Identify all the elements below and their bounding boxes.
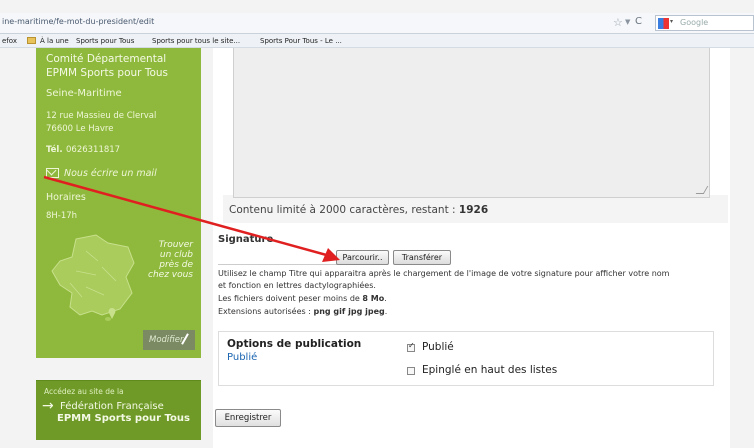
hours-label: Horaires	[46, 192, 86, 203]
extensions-help: Extensions autorisées : png gif jpg jpeg…	[218, 307, 388, 316]
map-pin-icon	[108, 308, 116, 319]
upload-button[interactable]: Transférer	[393, 250, 451, 265]
federation-link-box[interactable]: Accédez au site de la → Fédération Franç…	[36, 380, 201, 440]
signature-help-line1: Utilisez le champ Titre qui apparaitra a…	[218, 269, 670, 278]
find-club-line: près de	[159, 260, 193, 270]
signature-help-line2: et fonction en lettres dactylographiées.	[218, 281, 376, 290]
published-checkbox[interactable]	[407, 341, 415, 352]
resize-handle-icon[interactable]	[695, 186, 709, 194]
federation-line1: Fédération Française	[60, 401, 164, 412]
published-label[interactable]: Publié	[422, 341, 454, 353]
federation-intro: Accédez au site de la	[44, 387, 124, 396]
page-margin	[730, 48, 754, 448]
mail-icon[interactable]	[46, 168, 59, 178]
publication-options: Options de publication Publié Publié Epi…	[218, 331, 714, 386]
hours-value: 8H-17h	[46, 211, 78, 221]
bookmarks-toolbar: efox À la une Sports pour Tous Sports po…	[0, 34, 754, 48]
text-editor-area[interactable]	[233, 48, 710, 198]
arrow-right-icon: →	[42, 398, 54, 414]
signature-label: Signature	[218, 234, 274, 245]
options-title: Options de publication	[227, 338, 362, 350]
counter-text: Contenu limité à 2000 caractères, restan…	[229, 204, 456, 216]
file-size-help: Les fichiers doivent peser moins de 8 Mo…	[218, 294, 387, 303]
edit-button[interactable]: Modifier	[143, 330, 195, 350]
character-counter: Contenu limité à 2000 caractères, restan…	[229, 204, 488, 216]
bookmark-item[interactable]: Sports pour tous le site...	[152, 37, 240, 45]
find-club-line: Trouver	[158, 240, 193, 250]
chevron-down-icon[interactable]: ▾	[670, 18, 673, 25]
address-text[interactable]: ine-maritime/fe-mot-du-president/edit	[2, 17, 154, 26]
search-engine-icon	[658, 18, 669, 29]
search-box[interactable]: ▾ Google	[655, 15, 754, 31]
extensions-list: png gif jpg jpeg	[313, 307, 385, 316]
contact-sidebar: Comité Départemental EPMM Sports pour To…	[36, 48, 201, 358]
edit-button-label: Modifier	[149, 335, 184, 345]
france-map-icon[interactable]	[46, 231, 146, 321]
reload-icon[interactable]: C	[635, 16, 642, 27]
pinned-checkbox[interactable]	[407, 367, 415, 375]
pinned-label[interactable]: Epinglé en haut des listes	[422, 364, 557, 376]
find-club-line: un club	[159, 250, 193, 260]
browser-url-bar[interactable]: ine-maritime/fe-mot-du-president/edit ☆ …	[0, 13, 754, 34]
file-size-text: Les fichiers doivent peser moins de	[218, 294, 360, 303]
folder-icon	[27, 37, 36, 45]
phone-label: Tél.	[46, 145, 63, 155]
search-placeholder: Google	[680, 18, 709, 27]
region-name: Seine-Maritime	[46, 88, 122, 99]
dropdown-arrow-icon[interactable]: ▼	[625, 18, 630, 26]
phone-number: 0626311817	[66, 145, 121, 155]
bookmark-item[interactable]: Sports pour Tous	[76, 37, 134, 45]
org-name-line1: Comité Départemental	[46, 53, 167, 65]
bookmark-item[interactable]: Sports Pour Tous - Le ...	[260, 37, 342, 45]
file-size-limit: 8 Mo	[362, 294, 385, 303]
bookmark-item[interactable]: À la une	[40, 37, 69, 45]
org-name-line2: EPMM Sports pour Tous	[46, 67, 168, 79]
options-status[interactable]: Publié	[227, 352, 257, 363]
browse-button[interactable]: Parcourir..	[336, 250, 389, 265]
address-line1: 12 rue Massieu de Clerval	[46, 111, 157, 121]
main-content: Contenu limité à 2000 caractères, restan…	[213, 48, 730, 448]
find-club-line: chez vous	[148, 270, 193, 280]
bookmark-item[interactable]: efox	[2, 37, 17, 45]
bookmark-star-icon[interactable]: ☆	[613, 16, 623, 29]
counter-value: 1926	[458, 204, 489, 216]
mail-link[interactable]: Nous écrire un mail	[64, 168, 157, 179]
save-button[interactable]: Enregistrer	[215, 409, 281, 427]
page: ine-maritime/fe-mot-du-president/edit ☆ …	[0, 0, 754, 448]
federation-line2: EPMM Sports pour Tous	[57, 413, 190, 424]
extensions-text: Extensions autorisées :	[218, 307, 311, 316]
find-club-link[interactable]: Trouver un club près de chez vous	[148, 240, 193, 280]
address-line2: 76600 Le Havre	[46, 124, 114, 134]
